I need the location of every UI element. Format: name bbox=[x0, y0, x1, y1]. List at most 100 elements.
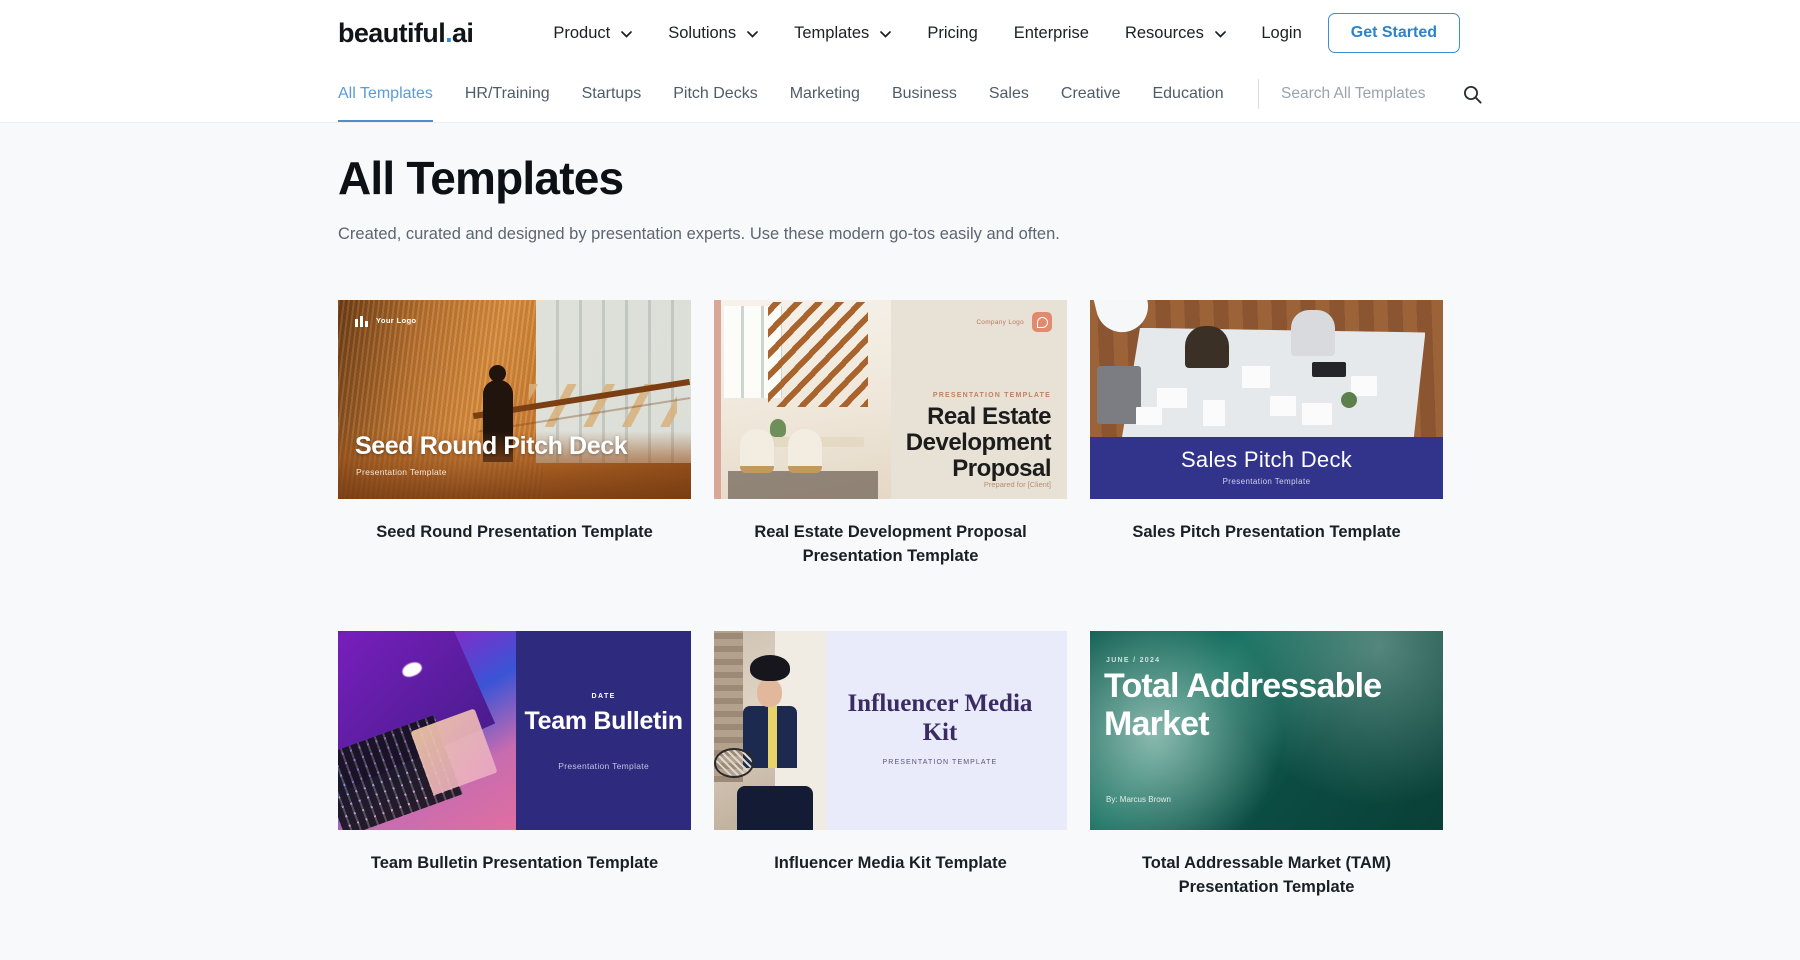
search-divider bbox=[1258, 79, 1259, 109]
nav-item-product[interactable]: Product bbox=[535, 24, 650, 43]
logo-name: beautiful bbox=[338, 17, 446, 48]
thumb-headline: Seed Round Pitch Deck bbox=[355, 432, 628, 460]
thumb-headline: Total Addressable Market bbox=[1104, 666, 1382, 743]
decorative-laptop-photo bbox=[338, 630, 517, 830]
decorative-racket bbox=[714, 748, 754, 779]
template-thumbnail-tam[interactable]: JUNE / 2024 Total Addressable Market By:… bbox=[1090, 630, 1443, 830]
category-label: Creative bbox=[1060, 85, 1121, 102]
template-card[interactable]: Influencer Media Kit PRESENTATION TEMPLA… bbox=[714, 630, 1067, 900]
template-thumbnail-sales-pitch[interactable]: Sales Pitch Deck Presentation Template bbox=[1090, 300, 1443, 499]
category-tab-education[interactable]: Education bbox=[1136, 66, 1239, 122]
decorative-paper bbox=[1351, 375, 1378, 396]
nav-item-label: Product bbox=[553, 23, 611, 42]
page-title: All Templates bbox=[338, 152, 624, 204]
category-tab-hr-training[interactable]: HR/Training bbox=[449, 66, 566, 122]
chevron-down-icon bbox=[880, 30, 892, 38]
category-label: Business bbox=[891, 85, 957, 102]
category-tab-creative[interactable]: Creative bbox=[1045, 66, 1137, 122]
decorative-plant bbox=[770, 419, 786, 437]
thumb-headline: Sales Pitch Deck bbox=[1180, 447, 1353, 472]
nav-item-templates[interactable]: Templates bbox=[776, 24, 909, 43]
thumb-headline: Team Bulletin bbox=[524, 706, 683, 735]
category-list: All Templates HR/Training Startups Pitch… bbox=[338, 66, 1240, 122]
decorative-table bbox=[1121, 327, 1426, 444]
category-label: HR/Training bbox=[464, 85, 550, 102]
template-card-title: Sales Pitch Presentation Template bbox=[1132, 523, 1401, 541]
decorative-staircase bbox=[768, 302, 868, 407]
decorative-chair bbox=[788, 429, 822, 473]
decorative-person bbox=[1097, 365, 1142, 424]
decorative-paper bbox=[1241, 365, 1270, 388]
thumb-subhead: Presentation Template bbox=[1222, 477, 1311, 486]
decorative-person bbox=[1291, 309, 1336, 356]
category-tab-sales[interactable]: Sales bbox=[973, 66, 1045, 122]
category-label: Startups bbox=[581, 85, 642, 102]
page-subtitle: Created, curated and designed by present… bbox=[338, 225, 1060, 243]
template-thumbnail-influencer-media-kit[interactable]: Influencer Media Kit PRESENTATION TEMPLA… bbox=[714, 630, 1067, 830]
thumb-logo: Company Logo bbox=[976, 312, 1052, 332]
category-label: Pitch Decks bbox=[673, 85, 758, 102]
category-tab-all-templates[interactable]: All Templates bbox=[338, 66, 449, 122]
decorative-paper bbox=[1135, 407, 1162, 426]
category-tab-startups[interactable]: Startups bbox=[566, 66, 658, 122]
search-icon[interactable] bbox=[1463, 85, 1482, 104]
chevron-down-icon bbox=[1214, 30, 1226, 38]
logo[interactable]: beautiful.ai bbox=[338, 17, 474, 49]
thumb-eyebrow: JUNE / 2024 bbox=[1106, 656, 1161, 664]
decorative-paper bbox=[1202, 399, 1225, 426]
bar-chart-icon bbox=[355, 314, 369, 327]
thumb-subhead: Presentation Template bbox=[356, 467, 447, 477]
decorative-paper bbox=[1157, 387, 1188, 408]
thumb-eyebrow: PRESENTATION TEMPLATE bbox=[932, 392, 1051, 399]
nav-item-label: Pricing bbox=[927, 23, 978, 42]
header-actions: Login Get Started bbox=[1261, 13, 1460, 53]
template-thumbnail-seed-round[interactable]: Your Logo Seed Round Pitch Deck Presenta… bbox=[338, 300, 691, 499]
category-tab-pitch-decks[interactable]: Pitch Decks bbox=[657, 66, 773, 122]
category-label: Marketing bbox=[789, 85, 860, 102]
decorative-paper bbox=[1301, 403, 1332, 426]
decorative-hat bbox=[750, 654, 791, 681]
template-card-title: Seed Round Presentation Template bbox=[376, 523, 653, 541]
nav-item-solutions[interactable]: Solutions bbox=[650, 24, 776, 43]
nav-item-pricing[interactable]: Pricing bbox=[909, 24, 995, 43]
template-grid: Your Logo Seed Round Pitch Deck Presenta… bbox=[338, 300, 1800, 900]
template-card-title: Real Estate Development Proposal Present… bbox=[754, 523, 1027, 565]
template-thumbnail-real-estate[interactable]: Company Logo PRESENTATION TEMPLATE Real … bbox=[714, 300, 1067, 499]
chevron-down-icon bbox=[747, 30, 758, 38]
nav-item-label: Enterprise bbox=[1013, 23, 1089, 42]
template-thumbnail-team-bulletin[interactable]: DATE Team Bulletin Presentation Template bbox=[338, 630, 691, 830]
template-card[interactable]: DATE Team Bulletin Presentation Template… bbox=[338, 630, 691, 900]
decorative-face bbox=[756, 678, 782, 707]
template-card[interactable]: JUNE / 2024 Total Addressable Market By:… bbox=[1090, 630, 1443, 900]
category-tab-marketing[interactable]: Marketing bbox=[774, 66, 876, 122]
nav-item-enterprise[interactable]: Enterprise bbox=[996, 24, 1107, 43]
nav-item-label: Templates bbox=[794, 23, 870, 42]
logo-suffix: ai bbox=[452, 17, 474, 48]
category-label: Education bbox=[1152, 85, 1224, 102]
decorative-chair bbox=[740, 429, 774, 473]
thumb-eyebrow: DATE bbox=[591, 692, 616, 700]
template-card[interactable]: Company Logo PRESENTATION TEMPLATE Real … bbox=[714, 300, 1067, 569]
thumb-author: By: Marcus Brown bbox=[1106, 794, 1171, 804]
template-card-title: Total Addressable Market (TAM) Presentat… bbox=[1141, 853, 1392, 896]
category-label: All Templates bbox=[338, 85, 433, 102]
nav-item-resources[interactable]: Resources bbox=[1107, 24, 1244, 43]
thumb-subhead: PRESENTATION TEMPLATE bbox=[882, 758, 998, 766]
decorative-interior-photo bbox=[714, 300, 891, 499]
decorative-keyboard bbox=[1312, 361, 1347, 377]
thumb-logo-label: Your Logo bbox=[376, 316, 417, 325]
decorative-stripe bbox=[714, 300, 721, 499]
get-started-button[interactable]: Get Started bbox=[1327, 13, 1460, 53]
category-label: Sales bbox=[988, 85, 1029, 102]
thumb-logo: Your Logo bbox=[355, 314, 417, 327]
thumb-subhead: Presentation Template bbox=[558, 760, 649, 771]
search-input[interactable] bbox=[1281, 85, 1457, 103]
category-tab-business[interactable]: Business bbox=[876, 66, 973, 122]
template-card-title: Influencer Media Kit Template bbox=[774, 853, 1007, 872]
template-card[interactable]: Sales Pitch Deck Presentation Template S… bbox=[1090, 300, 1443, 569]
login-link[interactable]: Login bbox=[1261, 24, 1301, 43]
decorative-person bbox=[1185, 325, 1230, 368]
template-card[interactable]: Your Logo Seed Round Pitch Deck Presenta… bbox=[338, 300, 691, 569]
decorative-plant bbox=[1340, 391, 1357, 408]
template-card-title: Team Bulletin Presentation Template bbox=[370, 853, 659, 872]
